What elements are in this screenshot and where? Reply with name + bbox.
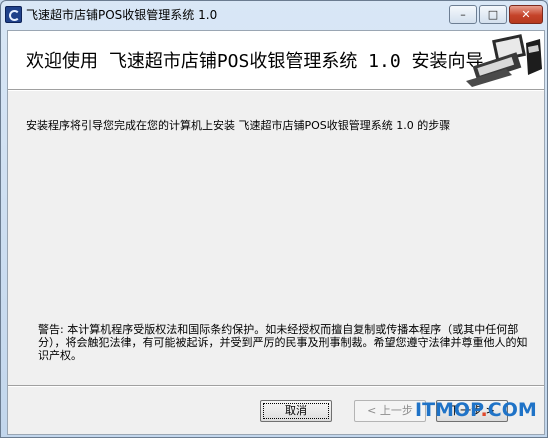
installer-window: 飞速超市店铺POS收银管理系统 1.0 – □ ✕ 欢迎使用 飞速超市店铺POS…	[0, 0, 548, 438]
wizard-client-area: 欢迎使用 飞速超市店铺POS收银管理系统 1.0 安装向导 安装程序将引导您完成…	[7, 30, 545, 435]
window-title: 飞速超市店铺POS收银管理系统 1.0	[26, 8, 218, 22]
cancel-button[interactable]: 取消	[260, 400, 332, 422]
header-separator	[8, 89, 544, 91]
close-button[interactable]: ✕	[509, 5, 543, 24]
footer-separator	[8, 385, 544, 387]
wizard-header: 欢迎使用 飞速超市店铺POS收银管理系统 1.0 安装向导	[8, 31, 544, 89]
minimize-button[interactable]: –	[449, 5, 477, 24]
app-icon	[5, 6, 22, 23]
watermark-prefix: ITMOP	[415, 399, 481, 421]
intro-text: 安装程序将引导您完成在您的计算机上安装 飞速超市店铺POS收银管理系统 1.0 …	[26, 119, 451, 132]
title-bar[interactable]: 飞速超市店铺POS收银管理系统 1.0 – □ ✕	[1, 1, 547, 29]
computer-icon	[466, 34, 542, 87]
watermark-suffix: COM	[487, 399, 537, 421]
copyright-warning: 警告: 本计算机程序受版权法和国际条约保护。如未经授权而擅自复制或传播本程序（或…	[38, 323, 528, 362]
wizard-header-title: 欢迎使用 飞速超市店铺POS收银管理系统 1.0 安装向导	[26, 51, 484, 72]
site-watermark: ITMOP.COM	[415, 399, 537, 421]
watermark-dot: .	[480, 399, 488, 421]
maximize-button[interactable]: □	[479, 5, 507, 24]
